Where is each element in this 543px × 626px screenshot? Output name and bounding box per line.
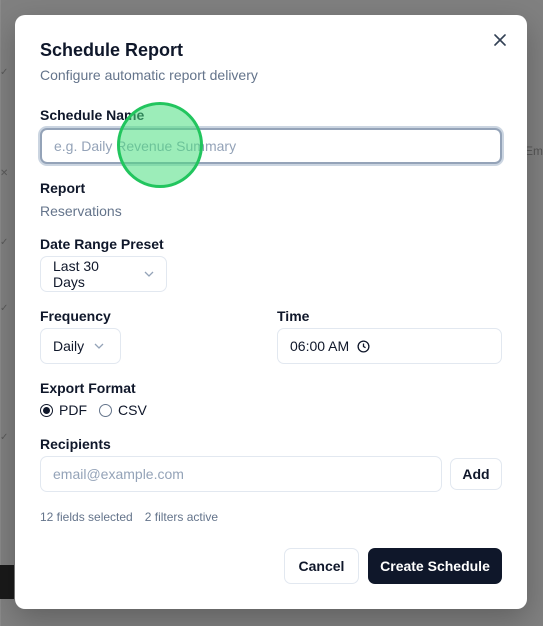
schedule-name-label: Schedule Name xyxy=(40,107,145,123)
radio-pdf-label[interactable]: PDF xyxy=(59,402,87,418)
schedule-name-input[interactable] xyxy=(40,128,502,164)
add-recipient-button[interactable]: Add xyxy=(450,458,502,490)
bg-check-icon: ✓ xyxy=(0,432,9,443)
radio-pdf[interactable] xyxy=(40,403,53,417)
frequency-select[interactable]: Daily xyxy=(40,328,121,364)
cancel-button[interactable]: Cancel xyxy=(284,548,359,584)
bg-check-icon: ✓ xyxy=(0,237,9,248)
chevron-down-icon xyxy=(144,271,154,277)
bg-right-text: Em xyxy=(525,144,543,158)
export-format-label: Export Format xyxy=(40,380,136,396)
date-range-value: Last 30 Days xyxy=(53,258,99,290)
bg-close-icon: ✕ xyxy=(0,168,9,179)
time-label: Time xyxy=(277,308,310,324)
date-range-label: Date Range Preset xyxy=(40,236,164,252)
frequency-value: Daily xyxy=(53,338,85,354)
filters-active: 2 filters active xyxy=(144,510,219,524)
close-button[interactable] xyxy=(491,31,509,49)
bg-check-icon: ✓ xyxy=(0,303,9,314)
recipient-email-input[interactable] xyxy=(40,456,442,492)
frequency-label: Frequency xyxy=(40,308,111,324)
report-label: Report xyxy=(40,180,86,196)
radio-csv[interactable] xyxy=(99,403,112,417)
dialog-subtitle: Configure automatic report delivery xyxy=(40,67,258,83)
time-input[interactable]: 06:00 AM xyxy=(277,328,502,364)
radio-csv-label[interactable]: CSV xyxy=(118,402,147,418)
create-schedule-button[interactable]: Create Schedule xyxy=(368,548,502,584)
report-value: Reservations xyxy=(40,203,122,219)
fields-selected: 12 fields selected xyxy=(40,510,133,524)
bg-dark-block xyxy=(0,565,14,599)
recipients-label: Recipients xyxy=(40,436,111,452)
chevron-down-icon xyxy=(94,343,104,349)
export-format-group: PDF CSV xyxy=(40,402,159,418)
clock-icon[interactable] xyxy=(357,339,370,353)
selection-summary: 12 fields selected 2 filters active xyxy=(40,510,218,524)
close-icon xyxy=(494,34,506,46)
dialog-title: Schedule Report xyxy=(40,40,184,60)
schedule-report-dialog: Schedule Report Configure automatic repo… xyxy=(15,15,527,609)
date-range-select[interactable]: Last 30 Days xyxy=(40,256,167,292)
bg-check-icon: ✓ xyxy=(0,67,9,78)
time-value: 06:00 AM xyxy=(290,338,350,354)
